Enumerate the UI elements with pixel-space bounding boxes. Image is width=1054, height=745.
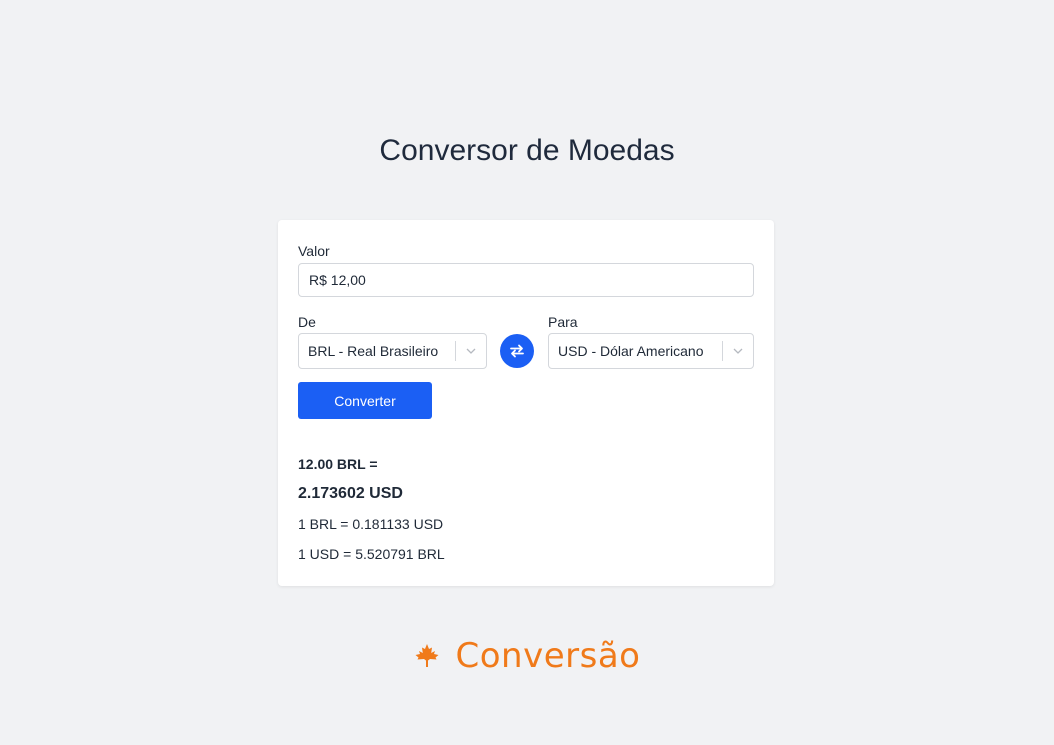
de-select-value: BRL - Real Brasileiro bbox=[308, 343, 439, 359]
para-select-value: USD - Dólar Americano bbox=[558, 343, 704, 359]
de-label: De bbox=[298, 314, 316, 330]
valor-input[interactable] bbox=[298, 263, 754, 297]
de-select[interactable]: BRL - Real Brasileiro bbox=[298, 333, 487, 369]
result-amount-from: 12.00 BRL = bbox=[298, 456, 378, 472]
chevron-down-icon[interactable] bbox=[723, 333, 753, 369]
converter-card: Valor De BRL - Real Brasileiro Para USD … bbox=[278, 220, 774, 586]
para-select[interactable]: USD - Dólar Americano bbox=[548, 333, 754, 369]
convert-button[interactable]: Converter bbox=[298, 382, 432, 419]
page-title: Conversor de Moedas bbox=[379, 134, 675, 167]
result-amount-to: 2.173602 USD bbox=[298, 485, 403, 502]
para-label: Para bbox=[548, 314, 578, 330]
exchange-rate-forward: 1 BRL = 0.181133 USD bbox=[298, 516, 444, 532]
valor-label: Valor bbox=[298, 243, 330, 259]
swap-currencies-button[interactable] bbox=[500, 334, 534, 368]
footer-brand: Conversão bbox=[0, 636, 1054, 676]
swap-icon bbox=[509, 344, 525, 358]
chevron-down-icon[interactable] bbox=[456, 333, 486, 369]
maple-leaf-icon bbox=[414, 643, 440, 669]
exchange-rate-reverse: 1 USD = 5.520791 BRL bbox=[298, 546, 445, 562]
brand-name: Conversão bbox=[455, 636, 641, 676]
